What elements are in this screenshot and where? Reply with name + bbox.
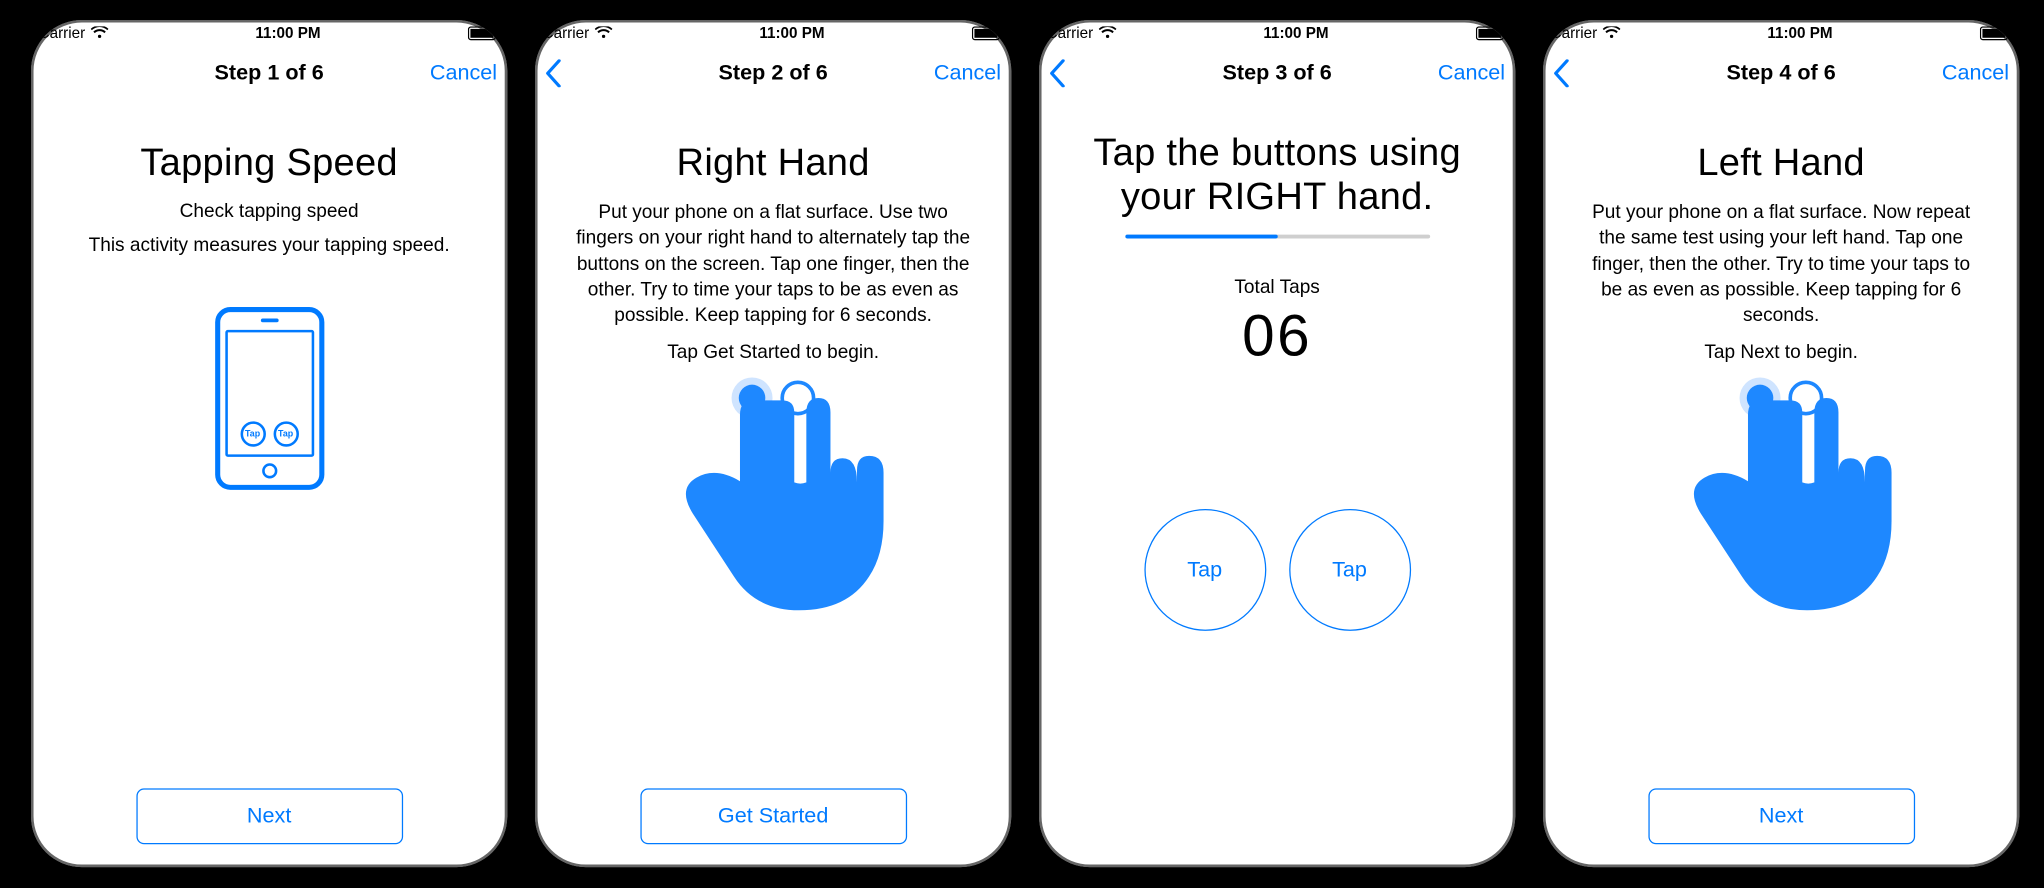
cancel-button[interactable]: Cancel [934, 61, 1001, 86]
clock-label: 11:00 PM [255, 24, 320, 42]
status-bar: Carrier 11:00 PM [1039, 20, 1515, 45]
hand-icon [652, 376, 893, 643]
phone-illustration: Tap Tap [215, 307, 324, 490]
nav-bar: Step 2 of 6 Cancel [535, 45, 1011, 101]
task-title: Tap the buttons using your RIGHT hand. [1059, 132, 1495, 220]
illus-tap-left: Tap [240, 421, 265, 446]
nav-bar: Step 4 of 6 Cancel [1543, 45, 2019, 101]
clock-label: 11:00 PM [759, 24, 824, 42]
instructions: Put your phone on a flat surface. Use tw… [573, 200, 973, 329]
clock-label: 11:00 PM [1767, 24, 1832, 42]
total-taps-value: 06 [1059, 301, 1495, 370]
carrier-label: Carrier [543, 24, 590, 42]
get-started-button[interactable]: Get Started [640, 788, 907, 844]
battery-icon [468, 26, 500, 40]
back-button[interactable] [1049, 59, 1066, 87]
progress-bar [1125, 235, 1430, 239]
back-button[interactable] [545, 59, 562, 87]
carrier-label: Carrier [1047, 24, 1094, 42]
cancel-button[interactable]: Cancel [1438, 61, 1505, 86]
device-screen-1: Carrier 11:00 PM Step 1 of 6 Cancel Tapp… [31, 20, 507, 867]
status-bar: Carrier 11:00 PM [1543, 20, 2019, 45]
cancel-button[interactable]: Cancel [1942, 61, 2009, 86]
carrier-label: Carrier [39, 24, 86, 42]
begin-hint: Tap Next to begin. [1563, 342, 1999, 364]
battery-icon [972, 26, 1004, 40]
next-button[interactable]: Next [1648, 788, 1915, 844]
cancel-button[interactable]: Cancel [430, 61, 497, 86]
device-screen-4: Carrier 11:00 PM Step 4 of 6 Cancel [1543, 20, 2019, 867]
tap-button-right[interactable]: Tap [1289, 509, 1411, 631]
page-title: Tapping Speed [51, 142, 487, 185]
clock-label: 11:00 PM [1263, 24, 1328, 42]
carrier-label: Carrier [1551, 24, 1598, 42]
instructions: Put your phone on a flat surface. Now re… [1581, 200, 1981, 329]
device-screen-3: Carrier 11:00 PM Step 3 of 6 Cancel [1039, 20, 1515, 867]
back-button[interactable] [1553, 59, 1570, 87]
battery-icon [1476, 26, 1508, 40]
nav-bar: Step 3 of 6 Cancel [1039, 45, 1515, 101]
nav-bar: Step 1 of 6 Cancel [31, 45, 507, 101]
intro-line-1: Check tapping speed [51, 200, 487, 222]
hand-icon [1660, 376, 1901, 643]
tap-button-left[interactable]: Tap [1144, 509, 1266, 631]
page-title: Left Hand [1563, 142, 1999, 185]
wifi-icon [594, 26, 612, 39]
total-taps-label: Total Taps [1059, 277, 1495, 299]
wifi-icon [1098, 26, 1116, 39]
wifi-icon [90, 26, 108, 39]
wifi-icon [1602, 26, 1620, 39]
status-bar: Carrier 11:00 PM [31, 20, 507, 45]
battery-icon [1980, 26, 2012, 40]
status-bar: Carrier 11:00 PM [535, 20, 1011, 45]
begin-hint: Tap Get Started to begin. [555, 342, 991, 364]
next-button[interactable]: Next [136, 788, 403, 844]
illus-tap-right: Tap [273, 421, 298, 446]
page-title: Right Hand [555, 142, 991, 185]
intro-line-2: This activity measures your tapping spee… [51, 235, 487, 257]
device-screen-2: Carrier 11:00 PM Step 2 of 6 Cancel [535, 20, 1011, 867]
